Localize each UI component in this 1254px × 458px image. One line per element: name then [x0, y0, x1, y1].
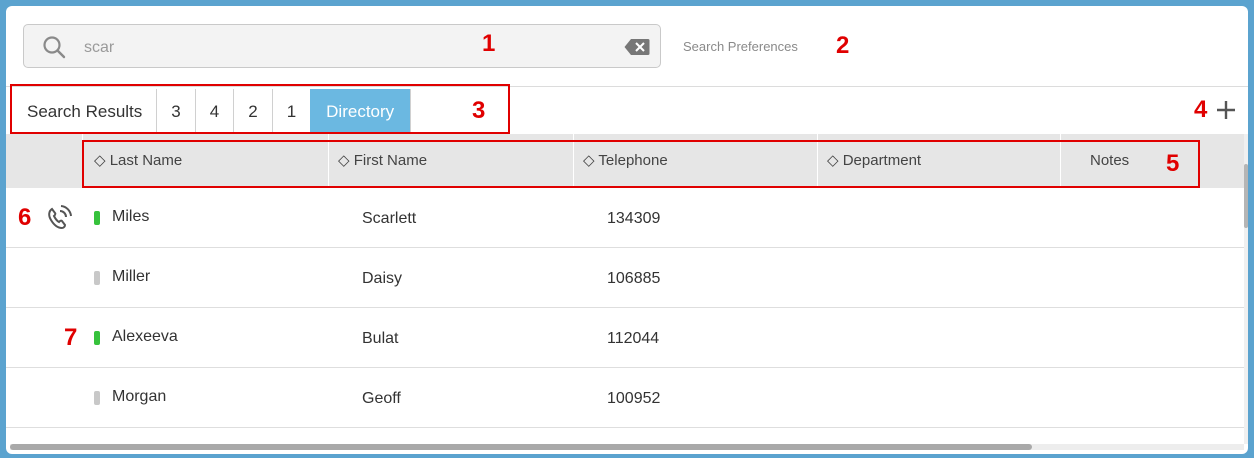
- annotation-3: 3: [472, 97, 486, 124]
- table-row[interactable]: Morgan Geoff 100952: [6, 368, 1244, 428]
- column-header-last-name[interactable]: ◇ Last Name: [94, 134, 182, 188]
- tab-2[interactable]: 2: [234, 89, 273, 134]
- status-indicator-available: [94, 211, 100, 225]
- tab-3[interactable]: 3: [157, 89, 196, 134]
- status-indicator-offline: [94, 391, 100, 405]
- annotation-4: 4: [1194, 96, 1208, 123]
- annotation-5: 5: [1166, 150, 1180, 177]
- table-row[interactable]: Miller Daisy 106885: [6, 248, 1244, 308]
- cell-last-name: Miles: [112, 208, 150, 225]
- tab-search-results[interactable]: Search Results: [13, 89, 158, 134]
- table-header: ◇ Last Name ◇ First Name ◇ Telephone ◇ D…: [6, 134, 1244, 188]
- search-icon: [43, 36, 66, 59]
- divider: [6, 86, 1248, 87]
- column-separator: [82, 134, 83, 188]
- cell-telephone[interactable]: 112044: [607, 330, 659, 348]
- cell-last-name: Alexeeva: [112, 328, 178, 345]
- annotation-7: 7: [64, 324, 78, 351]
- column-separator: [1060, 134, 1061, 188]
- annotation-6: 6: [18, 204, 32, 231]
- column-header-notes[interactable]: Notes: [1090, 134, 1129, 188]
- table-row[interactable]: 6 Miles Scarlett 134309: [6, 188, 1244, 248]
- column-separator: [328, 134, 329, 188]
- cell-last-name: Miller: [112, 268, 151, 285]
- phone-call-icon[interactable]: [44, 203, 74, 233]
- cell-first-name: Geoff: [362, 390, 401, 407]
- tab-4[interactable]: 4: [195, 89, 235, 134]
- status-indicator-available: [94, 331, 100, 345]
- search-preferences-link[interactable]: Search Preferences: [683, 39, 798, 54]
- horizontal-scrollbar-thumb[interactable]: [10, 444, 1032, 450]
- tab-1[interactable]: 1: [272, 89, 311, 134]
- cell-first-name: Daisy: [362, 270, 403, 287]
- tab-directory[interactable]: Directory: [310, 89, 412, 134]
- cell-first-name: Scarlett: [362, 210, 417, 227]
- cell-last-name: Morgan: [112, 388, 167, 405]
- annotation-1: 1: [482, 30, 496, 57]
- column-separator: [817, 134, 818, 188]
- cell-telephone[interactable]: 134309: [607, 210, 660, 228]
- table-row[interactable]: 7 Alexeeva Bulat 112044: [6, 308, 1244, 368]
- annotation-2: 2: [836, 32, 850, 59]
- cell-first-name: Bulat: [362, 330, 399, 347]
- vertical-scrollbar-thumb[interactable]: [1244, 164, 1248, 228]
- column-separator: [573, 134, 574, 188]
- column-header-first-name[interactable]: ◇ First Name: [338, 134, 427, 188]
- directory-window: 1 Search Preferences 2 Search Results 3 …: [6, 6, 1248, 454]
- tab-bar: Search Results 3 4 2 1 Directory: [13, 89, 412, 134]
- search-box[interactable]: [23, 24, 661, 68]
- cell-telephone[interactable]: 100952: [607, 390, 660, 408]
- plus-icon[interactable]: [1214, 98, 1238, 122]
- status-indicator-offline: [94, 271, 100, 285]
- column-header-telephone[interactable]: ◇ Telephone: [583, 134, 668, 188]
- clear-icon[interactable]: [624, 38, 650, 56]
- cell-telephone[interactable]: 106885: [607, 270, 660, 288]
- column-header-department[interactable]: ◇ Department: [827, 134, 921, 188]
